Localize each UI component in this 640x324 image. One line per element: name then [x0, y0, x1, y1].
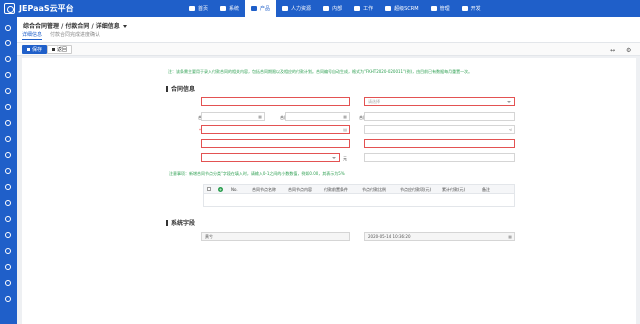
sidebar-item-icon[interactable] — [5, 72, 11, 78]
app-logo[interactable]: JEPaaS云平台 — [4, 2, 74, 15]
code-icon — [461, 6, 468, 11]
add-row-icon[interactable]: + — [218, 187, 223, 192]
register-time-field: 2020-05-14 10:36:20 ▦ — [364, 232, 515, 241]
share-icon[interactable]: ⋖ — [509, 127, 512, 132]
form-notice: 注：该条需主要用于录入付款合同的相关内容，包括合同期限以及相应的付款计划。合同编… — [168, 69, 473, 74]
form-content: 注：该条需主要用于录入付款合同的相关内容，包括合同期限以及相应的付款计划。合同编… — [22, 58, 636, 324]
amount-input[interactable] — [201, 153, 340, 162]
sidebar-item-icon[interactable] — [5, 152, 11, 158]
gear-icon — [430, 6, 437, 11]
sidebar-item-icon[interactable] — [5, 264, 11, 270]
logo-icon — [4, 3, 15, 14]
page-header: 综合合同管理 / 付款合同 / 详细信息 详细信息 付款合同完成进度确认 — [17, 17, 640, 42]
calendar-icon: ▦ — [508, 234, 512, 239]
section-title-contract: 合同信息 — [166, 84, 195, 93]
grid-col-no: No. — [231, 187, 238, 192]
chevron-down-icon[interactable] — [507, 101, 511, 103]
internal-icon — [323, 6, 330, 11]
sidebar-item-icon[interactable] — [5, 248, 11, 254]
sidebar-item-icon[interactable] — [5, 120, 11, 126]
amount-upper-input[interactable] — [364, 153, 515, 162]
page-title: 综合合同管理 / 付款合同 / 详细信息 — [23, 21, 127, 30]
register-time-value: 2020-05-14 10:36:20 — [368, 234, 411, 239]
top-navigation-bar: JEPaaS云平台 首页 系统 产品 人力资源 内部 工作 超级SCRM 管理 … — [0, 0, 640, 17]
home-icon — [189, 6, 195, 11]
sidebar-item-icon[interactable] — [5, 104, 11, 110]
back-button[interactable]: 返回 — [47, 45, 73, 54]
nav-item-manage[interactable]: 管理 — [425, 0, 456, 17]
sidebar-item-icon[interactable] — [5, 280, 11, 286]
section-title-system: 系统字段 — [166, 218, 195, 227]
contract-type-select[interactable]: 请选择 — [364, 97, 515, 106]
sidebar-item-icon[interactable] — [5, 88, 11, 94]
gear-icon[interactable]: ⚙ — [626, 47, 631, 54]
app-title: JEPaaS云平台 — [19, 4, 74, 13]
party-b-input[interactable] — [364, 139, 515, 148]
grid-notice: 注意事项：新增合同节点分类"字段在填入时，请输入0-1之间的小数数值，例如0.0… — [169, 171, 345, 176]
back-arrow-icon — [52, 48, 55, 51]
sidebar-item-icon[interactable] — [5, 296, 11, 302]
sidebar-item-icon[interactable] — [5, 200, 11, 206]
sidebar-item-icon[interactable] — [5, 40, 11, 46]
grid-body[interactable] — [203, 193, 515, 207]
detail-tabs: 详细信息 付款合同完成进度确认 — [22, 31, 108, 40]
work-icon — [354, 6, 361, 11]
nav-item-scrm[interactable]: 超级SCRM — [379, 0, 424, 17]
nav-item-internal[interactable]: 内部 — [317, 0, 348, 17]
save-button[interactable]: 保存 — [22, 45, 48, 54]
sidebar-item-icon[interactable] — [5, 56, 11, 62]
sidebar-item-icon[interactable] — [5, 216, 11, 222]
expand-icon[interactable]: ↔ — [610, 47, 615, 54]
contract-type-placeholder: 请选择 — [368, 99, 380, 104]
nav-item-home[interactable]: 首页 — [183, 0, 214, 17]
left-sidebar — [0, 17, 17, 324]
dept-input[interactable]: ⋖ — [364, 125, 515, 134]
scrm-icon — [385, 6, 392, 11]
nav-item-system[interactable]: 系统 — [214, 0, 245, 17]
nav-item-hr[interactable]: 人力资源 — [276, 0, 317, 17]
tab-progress-confirm[interactable]: 付款合同完成进度确认 — [50, 31, 100, 40]
nav-item-product[interactable]: 产品 — [245, 0, 277, 17]
chevron-down-icon[interactable] — [122, 25, 127, 28]
form-toolbar: 保存 返回 ↔ ⚙ — [17, 42, 640, 56]
product-icon — [251, 6, 258, 11]
sidebar-item-icon[interactable] — [5, 136, 11, 142]
system-icon — [220, 6, 227, 11]
sidebar-item-icon[interactable] — [5, 184, 11, 190]
nav-item-dev[interactable]: 开发 — [456, 0, 487, 17]
sidebar-item-icon[interactable] — [5, 232, 11, 238]
tab-detail-info[interactable]: 详细信息 — [22, 31, 43, 40]
sidebar-menu-icon[interactable] — [5, 25, 11, 31]
creator-value: 黄兮 — [205, 234, 213, 239]
nav-item-work[interactable]: 工作 — [348, 0, 379, 17]
people-icon — [282, 6, 289, 11]
select-all-checkbox[interactable] — [207, 187, 211, 191]
save-icon — [27, 48, 30, 51]
sidebar-item-icon[interactable] — [5, 168, 11, 174]
main-nav: 首页 系统 产品 人力资源 内部 工作 超级SCRM 管理 开发 — [183, 0, 487, 17]
contract-days-input[interactable] — [364, 112, 515, 121]
